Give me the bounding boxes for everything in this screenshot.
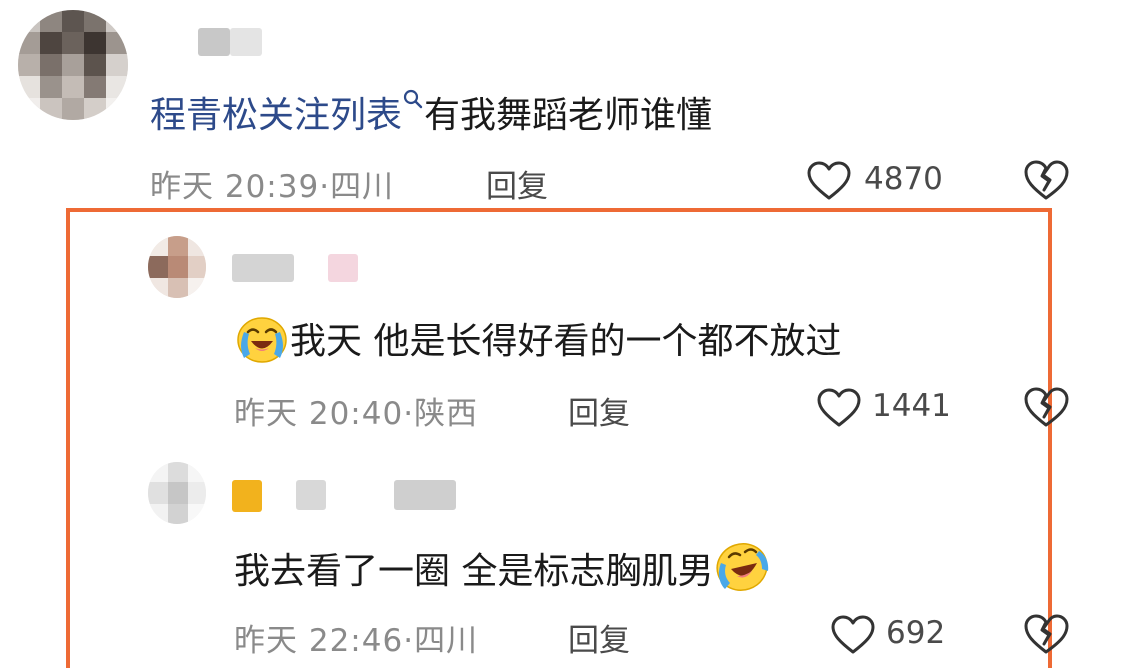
comment-text: 程青松关注列表 有我舞蹈老师谁懂 xyxy=(150,86,712,138)
comment-location: 陕西 xyxy=(414,396,479,432)
badge-redacted xyxy=(232,480,262,512)
username-redacted xyxy=(394,480,456,510)
like-button[interactable]: 692 xyxy=(830,612,956,656)
comment-text-rest: 有我舞蹈老师谁懂 xyxy=(424,95,713,136)
comment-meta: 昨天 20:39·四川 xyxy=(150,169,395,205)
search-icon[interactable] xyxy=(402,86,424,122)
crying-laughing-emoji-icon xyxy=(234,314,290,364)
comment-time: 昨天 22:46 xyxy=(234,623,404,659)
comment-meta: 昨天 22:46·四川 xyxy=(234,623,479,659)
heart-icon xyxy=(807,161,851,200)
reply-button[interactable]: 回复 xyxy=(568,615,630,660)
comment-time: 昨天 20:40 xyxy=(234,396,404,432)
broken-heart-icon[interactable] xyxy=(1022,385,1070,429)
comment-text: 我天 他是长得好看的一个都不放过 xyxy=(234,312,841,368)
like-count: 1441 xyxy=(872,388,951,424)
comment-text: 我去看了一圈 全是标志胸肌男 xyxy=(234,542,771,599)
avatar[interactable] xyxy=(148,236,206,298)
username-redacted[interactable] xyxy=(296,480,326,510)
reply-button[interactable]: 回复 xyxy=(568,388,630,433)
avatar[interactable] xyxy=(148,462,206,524)
like-count: 692 xyxy=(886,615,946,651)
crying-laughing-emoji-icon xyxy=(713,541,771,593)
comment-meta: 昨天 20:40·陕西 xyxy=(234,396,479,432)
like-count: 4870 xyxy=(864,161,943,197)
badge-redacted xyxy=(328,254,358,282)
comment-location: 四川 xyxy=(330,169,395,205)
avatar[interactable] xyxy=(18,10,128,120)
like-button[interactable]: 4870 xyxy=(806,158,954,202)
comment-location: 四川 xyxy=(414,623,479,659)
pixelated-avatar-image xyxy=(18,10,128,120)
like-button[interactable]: 1441 xyxy=(816,385,956,429)
username-redacted xyxy=(230,28,262,56)
heart-icon xyxy=(831,615,875,654)
broken-heart-icon[interactable] xyxy=(1022,612,1070,656)
username-redacted[interactable] xyxy=(198,28,230,56)
comment-time: 昨天 20:39 xyxy=(150,169,320,205)
reply-button[interactable]: 回复 xyxy=(486,161,548,206)
username-redacted[interactable] xyxy=(232,254,294,282)
pixelated-avatar-image xyxy=(148,462,206,524)
highlight-frame xyxy=(66,208,1052,668)
profile-link[interactable]: 程青松关注列表 xyxy=(150,95,402,136)
pixelated-avatar-image xyxy=(148,236,206,298)
heart-icon xyxy=(817,388,861,427)
broken-heart-icon[interactable] xyxy=(1022,158,1070,202)
